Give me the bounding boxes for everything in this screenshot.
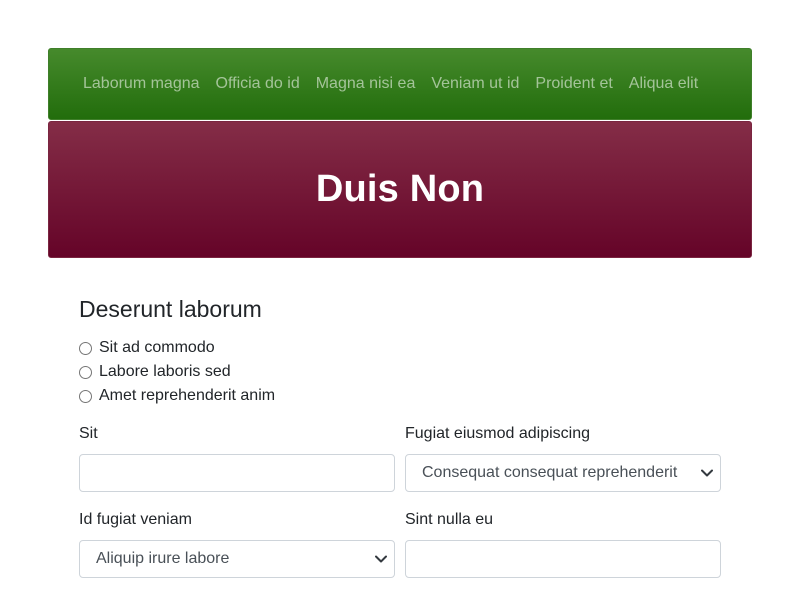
radio-label: Labore laboris sed bbox=[99, 363, 231, 380]
top-navbar: Laborum magna Officia do id Magna nisi e… bbox=[48, 48, 752, 120]
nav-item-proident-et[interactable]: Proident et bbox=[535, 75, 612, 93]
sint-nulla-eu-input[interactable] bbox=[405, 540, 721, 578]
nav-item-magna-nisi-ea[interactable]: Magna nisi ea bbox=[316, 75, 416, 93]
select-value: Aliquip irure labore bbox=[96, 550, 230, 567]
sit-input[interactable] bbox=[79, 454, 395, 492]
id-fugiat-veniam-select[interactable]: Aliquip irure labore bbox=[79, 540, 395, 578]
sint-nulla-eu-label: Sint nulla eu bbox=[405, 511, 494, 528]
nav-item-veniam-ut-id[interactable]: Veniam ut id bbox=[431, 75, 519, 93]
radio-unchecked-icon[interactable] bbox=[79, 389, 92, 403]
chevron-down-icon bbox=[368, 555, 394, 563]
nav-item-laborum-magna[interactable]: Laborum magna bbox=[83, 75, 200, 93]
radio-option-labore-laboris-sed[interactable]: Labore laboris sed bbox=[79, 360, 275, 384]
chevron-down-icon bbox=[694, 469, 720, 477]
fugiat-eiusmod-adipiscing-select[interactable]: Consequat consequat reprehenderit bbox=[405, 454, 721, 492]
nav-item-aliqua-elit[interactable]: Aliqua elit bbox=[629, 75, 698, 93]
section-title: Deserunt laborum bbox=[79, 296, 262, 322]
nav-item-officia-do-id[interactable]: Officia do id bbox=[216, 75, 300, 93]
fugiat-eiusmod-adipiscing-label: Fugiat eiusmod adipiscing bbox=[405, 425, 590, 442]
radio-unchecked-icon[interactable] bbox=[79, 365, 92, 379]
radio-label: Amet reprehenderit anim bbox=[99, 387, 276, 404]
hero-banner: Duis Non bbox=[48, 121, 752, 258]
radio-label: Sit ad commodo bbox=[99, 339, 215, 356]
id-fugiat-veniam-label: Id fugiat veniam bbox=[79, 511, 192, 528]
hero-title: Duis Non bbox=[315, 168, 485, 210]
radio-option-sit-ad-commodo[interactable]: Sit ad commodo bbox=[79, 336, 275, 360]
radio-unchecked-icon[interactable] bbox=[79, 341, 92, 355]
radio-group: Sit ad commodo Labore laboris sed Amet r… bbox=[79, 336, 275, 408]
sit-label: Sit bbox=[79, 425, 98, 442]
select-value: Consequat consequat reprehenderit bbox=[422, 464, 678, 481]
radio-option-amet-reprehenderit-anim[interactable]: Amet reprehenderit anim bbox=[79, 384, 275, 408]
